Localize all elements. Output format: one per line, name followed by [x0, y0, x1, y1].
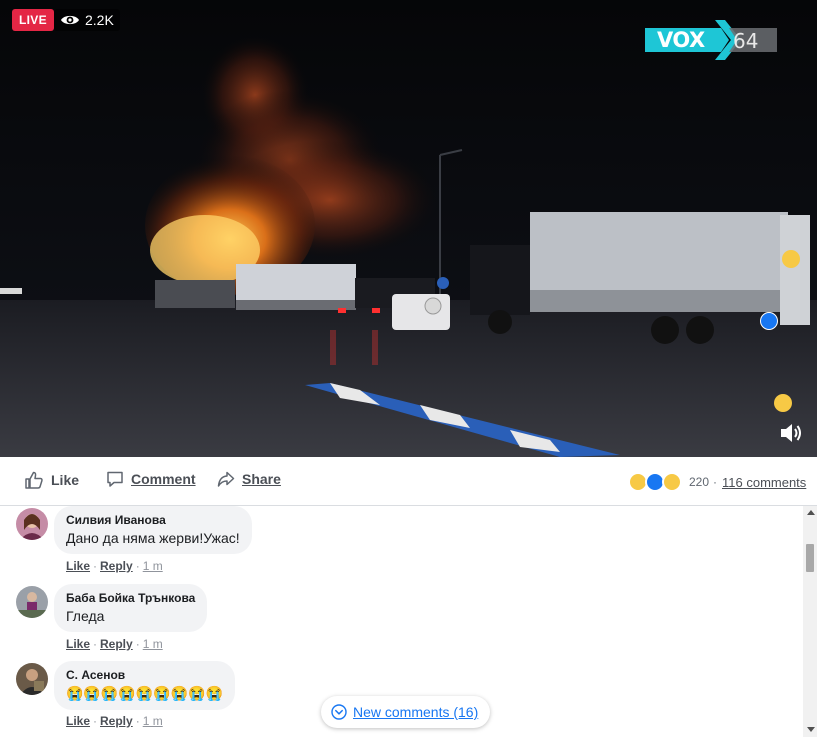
- share-label: Share: [242, 471, 281, 487]
- comment-list: Силвия Иванова Дано да няма жерви!Ужас! …: [0, 506, 817, 737]
- comment-like-link[interactable]: Like: [66, 714, 90, 728]
- scroll-down-arrow-icon[interactable]: [807, 727, 815, 732]
- comment-count-link[interactable]: 116 comments: [722, 475, 806, 490]
- scroll-up-arrow-icon[interactable]: [807, 510, 815, 515]
- new-comments-label: New comments (16): [353, 704, 479, 720]
- comment-timestamp[interactable]: 1 m: [143, 559, 163, 573]
- chevron-down-circle-icon: [331, 704, 347, 720]
- like-label: Like: [51, 472, 80, 488]
- like-button[interactable]: Like: [24, 470, 79, 490]
- comment-bubble: Силвия Иванова Дано да няма жерви!Ужас!: [54, 506, 252, 554]
- comment-timestamp[interactable]: 1 m: [143, 714, 163, 728]
- channel-logo: VOX 64: [645, 20, 777, 60]
- avatar[interactable]: [16, 663, 48, 695]
- comment-author[interactable]: С. Асенов: [66, 668, 223, 682]
- comment-reply-link[interactable]: Reply: [100, 559, 133, 573]
- comment-bubble: С. Асенов 😭😭😭😭😭😭😭😭😭: [54, 661, 235, 710]
- video-frame-fire-scene: [0, 0, 817, 457]
- comment-text: Дано да няма жерви!Ужас!: [66, 530, 240, 546]
- comment-bubble-icon: [107, 471, 123, 487]
- viewer-counter: 2.2K: [54, 9, 120, 31]
- video-player[interactable]: LIVE 2.2K VOX 64: [0, 0, 817, 457]
- meta-dot: ·: [93, 637, 98, 651]
- volume-icon[interactable]: [779, 422, 803, 444]
- logo-brand: VOX: [657, 28, 705, 52]
- comment-meta: Like · Reply · 1 m: [66, 714, 163, 728]
- comment-timestamp[interactable]: 1 m: [143, 637, 163, 651]
- meta-dot: ·: [93, 714, 98, 728]
- post-action-bar: Like Comment Share 220 · 116 comments: [0, 457, 817, 506]
- floating-like-reaction-icon: [760, 312, 778, 330]
- share-button[interactable]: Share: [217, 470, 281, 488]
- stats-separator: ·: [713, 475, 717, 489]
- comment-reply-link[interactable]: Reply: [100, 714, 133, 728]
- eye-icon: [61, 15, 79, 25]
- meta-dot: ·: [135, 637, 140, 651]
- wow-reaction-icon: [662, 472, 682, 492]
- comment-text: 😭😭😭😭😭😭😭😭😭: [66, 685, 223, 701]
- comment-author[interactable]: Силвия Иванова: [66, 513, 240, 527]
- comments-scrollbar[interactable]: [803, 506, 817, 737]
- scrollbar-thumb[interactable]: [806, 544, 814, 572]
- avatar[interactable]: [16, 508, 48, 540]
- viewer-count: 2.2K: [85, 12, 114, 28]
- floating-sad-reaction-icon: [782, 250, 800, 268]
- live-video-post: LIVE 2.2K VOX 64 Like Comment Share 220 …: [0, 0, 817, 737]
- floating-sad-reaction-icon: [774, 394, 792, 412]
- avatar[interactable]: [16, 586, 48, 618]
- comment-reply-link[interactable]: Reply: [100, 637, 133, 651]
- new-comments-button[interactable]: New comments (16): [321, 696, 491, 728]
- reaction-summary[interactable]: [628, 472, 682, 492]
- comment-button[interactable]: Comment: [106, 470, 196, 488]
- comment-meta: Like · Reply · 1 m: [66, 637, 163, 651]
- comment-author[interactable]: Баба Бойка Трънкова: [66, 591, 195, 605]
- reaction-count[interactable]: 220: [689, 475, 709, 489]
- comment-meta: Like · Reply · 1 m: [66, 559, 163, 573]
- share-arrow-icon: [217, 471, 235, 487]
- comment-text: Гледа: [66, 608, 105, 624]
- meta-dot: ·: [93, 559, 98, 573]
- thumbs-up-icon: [25, 471, 43, 489]
- live-badge: LIVE: [12, 9, 54, 31]
- logo-number: 64: [733, 29, 759, 53]
- comment-like-link[interactable]: Like: [66, 637, 90, 651]
- comment-like-link[interactable]: Like: [66, 559, 90, 573]
- meta-dot: ·: [135, 559, 140, 573]
- meta-dot: ·: [135, 714, 140, 728]
- comment-label: Comment: [131, 471, 196, 487]
- comment-bubble: Баба Бойка Трънкова Гледа: [54, 584, 208, 632]
